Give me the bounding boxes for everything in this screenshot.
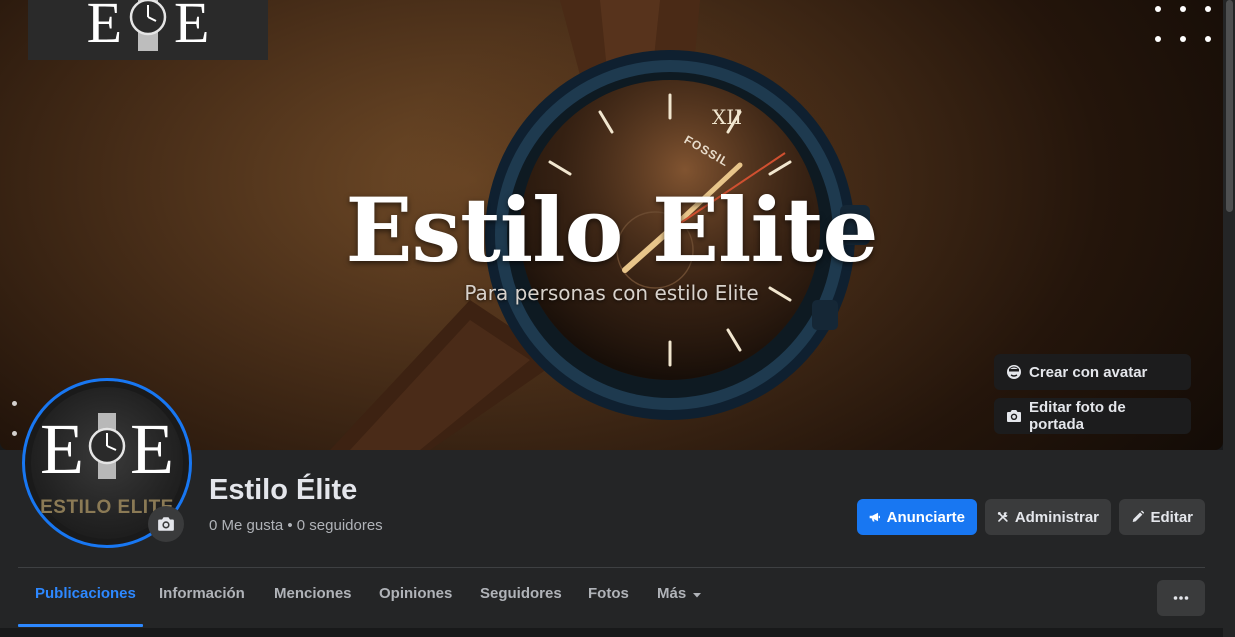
page-stats: 0 Me gusta • 0 seguidores xyxy=(209,517,383,534)
advertise-label: Anunciarte xyxy=(886,508,965,526)
tab-informacion[interactable]: Información xyxy=(159,585,245,611)
tab-menciones[interactable]: Menciones xyxy=(274,585,352,611)
watch-numeral: XII xyxy=(712,105,743,129)
dot-decoration xyxy=(1205,6,1211,12)
camera-icon xyxy=(1006,408,1022,424)
edit-cover-button[interactable]: Editar foto de portada xyxy=(994,398,1191,434)
tab-fotos[interactable]: Fotos xyxy=(588,585,629,611)
avatar-face-icon xyxy=(1006,364,1022,380)
manage-button[interactable]: Administrar xyxy=(985,499,1111,535)
active-tab-indicator xyxy=(18,624,143,627)
watch-logo-icon xyxy=(129,0,167,51)
page-title: Estilo Élite xyxy=(209,474,358,506)
avatar-letter-left: E xyxy=(40,409,84,489)
tab-seguidores[interactable]: Seguidores xyxy=(480,585,562,611)
edit-cover-label: Editar foto de portada xyxy=(1029,399,1126,433)
cover-title: Estilo Elite xyxy=(345,178,878,282)
update-profile-picture-button[interactable] xyxy=(148,506,184,542)
caret-down-icon xyxy=(693,593,702,598)
advertise-button[interactable]: Anunciarte xyxy=(857,499,977,535)
cover-logo-letter-right: E xyxy=(174,0,210,55)
tab-publicaciones[interactable]: Publicaciones xyxy=(35,585,136,611)
megaphone-icon xyxy=(869,512,880,522)
more-options-button[interactable] xyxy=(1157,580,1205,616)
cover-logo: E E xyxy=(28,0,268,60)
dot-decoration xyxy=(1180,36,1186,42)
cover-subtitle: Para personas con estilo Elite xyxy=(464,281,759,305)
watch-logo-icon xyxy=(88,413,126,479)
create-avatar-label: Crear con avatar xyxy=(1029,363,1148,381)
manage-label: Administrar xyxy=(1014,508,1099,526)
dot-decoration xyxy=(1180,6,1186,12)
tab-mas[interactable]: Más xyxy=(657,585,702,611)
dot-decoration xyxy=(1155,6,1161,12)
pencil-icon xyxy=(1132,510,1145,523)
scrollbar-thumb[interactable] xyxy=(1226,0,1233,212)
cover-logo-letter-left: E xyxy=(86,0,122,55)
tab-mas-label: Más xyxy=(657,585,687,602)
create-avatar-button[interactable]: Crear con avatar xyxy=(994,354,1191,390)
avatar-letter-right: E xyxy=(130,409,174,489)
dot-decoration xyxy=(12,401,17,406)
camera-icon xyxy=(158,517,174,531)
dot-decoration xyxy=(1205,36,1211,42)
cover-photo: FOSSIL XII E E Estilo Elite Para persona… xyxy=(0,0,1223,450)
edit-label: Editar xyxy=(1150,508,1193,526)
dot-decoration xyxy=(1155,36,1161,42)
ellipsis-icon xyxy=(1173,596,1189,600)
dot-decoration xyxy=(12,431,17,436)
avatar-logo: E E xyxy=(31,413,183,485)
tab-opiniones[interactable]: Opiniones xyxy=(379,585,452,611)
edit-button[interactable]: Editar xyxy=(1119,499,1205,535)
tools-icon xyxy=(997,511,1008,522)
page-background xyxy=(0,628,1223,637)
header-divider xyxy=(18,567,1205,568)
